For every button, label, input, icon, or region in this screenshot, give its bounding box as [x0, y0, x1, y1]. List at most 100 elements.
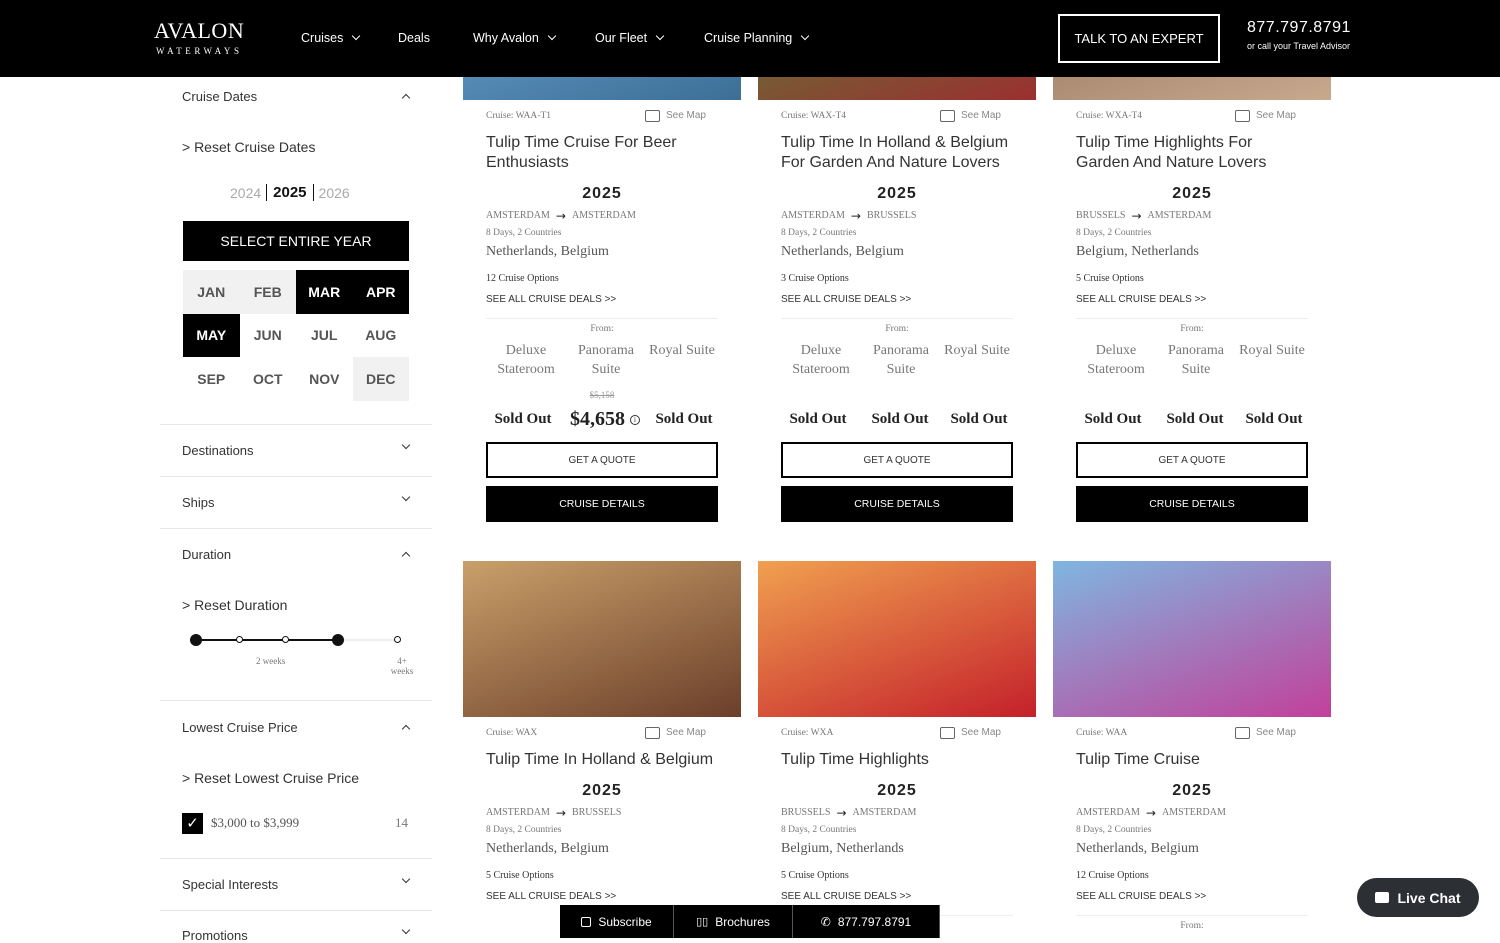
- route-start: AMSTERDAM: [486, 210, 550, 221]
- price-checkbox[interactable]: ✓: [182, 813, 203, 834]
- chevron-down-icon[interactable]: [401, 874, 411, 884]
- reset-duration-link[interactable]: > Reset Duration: [182, 597, 287, 613]
- see-map-link[interactable]: See Map: [644, 725, 706, 741]
- divider: [486, 318, 718, 319]
- see-map-label: See Map: [960, 727, 1001, 738]
- route-end: AMSTERDAM: [852, 807, 917, 818]
- original-price: [781, 389, 1013, 401]
- duration-filter[interactable]: Duration: [182, 547, 231, 562]
- see-all-deals-link[interactable]: SEE ALL CRUISE DEALS >>: [781, 293, 1013, 307]
- see-map-link[interactable]: See Map: [939, 725, 1001, 741]
- divider: [160, 858, 432, 859]
- cruise-options-count: 5 Cruise Options: [486, 870, 554, 881]
- see-map-link[interactable]: See Map: [939, 108, 1001, 124]
- cruise-title[interactable]: Tulip Time Cruise: [1076, 750, 1308, 770]
- subscribe-button[interactable]: Subscribe: [560, 905, 674, 938]
- avalon-logo[interactable]: AVALON WATERWAYS: [148, 18, 258, 58]
- cruise-details-button[interactable]: CRUISE DETAILS: [781, 486, 1013, 522]
- cruise-route: BRUSSELS → AMSTERDAM: [1076, 209, 1308, 223]
- ships-filter[interactable]: Ships: [182, 495, 215, 510]
- cruise-image[interactable]: [758, 561, 1036, 717]
- brochures-button[interactable]: ▯▯ Brochures: [674, 905, 793, 938]
- chevron-up-icon[interactable]: [401, 551, 411, 561]
- cruise-title[interactable]: Tulip Time In Holland & Belgium: [486, 750, 718, 770]
- price-value: Sold Out: [1166, 411, 1224, 427]
- live-chat-button[interactable]: Live Chat: [1357, 878, 1479, 917]
- cruise-details-button[interactable]: CRUISE DETAILS: [486, 486, 718, 522]
- destinations-filter[interactable]: Destinations: [182, 443, 254, 458]
- special-interests-filter[interactable]: Special Interests: [182, 877, 278, 892]
- duration-slider[interactable]: [190, 634, 405, 646]
- original-price: $5,158: [589, 390, 615, 400]
- nav-item-deals[interactable]: Deals: [398, 31, 430, 45]
- get-a-quote-button[interactable]: GET A QUOTE: [1076, 442, 1308, 478]
- see-all-deals-link[interactable]: SEE ALL CRUISE DEALS >>: [781, 890, 1013, 904]
- phone-button[interactable]: ✆ 877.797.8791: [793, 905, 940, 938]
- header-phone[interactable]: 877.797.8791: [1247, 19, 1351, 37]
- year-2025[interactable]: 2025: [266, 184, 314, 201]
- nav-label: Cruises: [301, 31, 344, 45]
- see-all-deals-link[interactable]: SEE ALL CRUISE DEALS >>: [1076, 890, 1308, 904]
- talk-to-expert-button[interactable]: TALK TO AN EXPERT: [1058, 14, 1220, 63]
- slider-step[interactable]: [394, 636, 401, 643]
- nav-item-cruises[interactable]: Cruises: [301, 31, 361, 45]
- chevron-up-icon[interactable]: [401, 93, 411, 103]
- chevron-down-icon[interactable]: [401, 925, 411, 935]
- see-all-deals-link[interactable]: SEE ALL CRUISE DEALS >>: [1076, 293, 1308, 307]
- nav-item-why-avalon[interactable]: Why Avalon: [473, 31, 557, 45]
- month-dec[interactable]: DEC: [352, 357, 409, 401]
- cruise-title[interactable]: Tulip Time In Holland & Belgium For Gard…: [781, 133, 1013, 173]
- phone-label: 877.797.8791: [837, 914, 912, 929]
- info-icon[interactable]: i: [630, 415, 640, 426]
- see-map-link[interactable]: See Map: [1234, 725, 1296, 741]
- cabin-type: Royal Suite: [649, 343, 715, 358]
- price-value: Sold Out: [871, 411, 929, 427]
- lowest-price-filter[interactable]: Lowest Cruise Price: [182, 720, 298, 735]
- price-option-label[interactable]: $3,000 to $3,999: [211, 815, 299, 831]
- price-value: Sold Out: [950, 411, 1008, 427]
- month-sep[interactable]: SEP: [183, 357, 240, 401]
- month-apr[interactable]: APR: [352, 270, 409, 314]
- see-all-deals-link[interactable]: SEE ALL CRUISE DEALS >>: [486, 293, 718, 307]
- promotions-filter[interactable]: Promotions: [182, 928, 248, 943]
- cruise-details-button[interactable]: CRUISE DETAILS: [1076, 486, 1308, 522]
- see-map-link[interactable]: See Map: [644, 108, 706, 124]
- cruise-title[interactable]: Tulip Time Highlights: [781, 750, 1013, 770]
- cruise-title[interactable]: Tulip Time Highlights For Garden And Nat…: [1076, 133, 1308, 173]
- month-mar[interactable]: MAR: [296, 270, 353, 314]
- month-nov[interactable]: NOV: [296, 357, 353, 401]
- month-jan[interactable]: JAN: [183, 270, 240, 314]
- slider-step[interactable]: [282, 636, 289, 643]
- year-2026[interactable]: 2026: [319, 185, 350, 201]
- year-2024[interactable]: 2024: [230, 185, 261, 201]
- month-oct[interactable]: OCT: [240, 357, 297, 401]
- cruise-image[interactable]: [463, 561, 741, 717]
- chevron-down-icon[interactable]: [401, 492, 411, 502]
- slider-min-handle[interactable]: [190, 634, 202, 646]
- month-aug[interactable]: AUG: [353, 314, 410, 358]
- get-a-quote-button[interactable]: GET A QUOTE: [486, 442, 718, 478]
- cabin-price: Sold Out: [781, 407, 855, 431]
- month-jun[interactable]: JUN: [240, 314, 297, 358]
- month-may[interactable]: MAY: [183, 313, 240, 357]
- cruise-code: Cruise: WAA-T1: [486, 111, 551, 121]
- month-feb[interactable]: FEB: [239, 270, 296, 314]
- see-map-link[interactable]: See Map: [1234, 108, 1296, 124]
- chevron-up-icon[interactable]: [401, 724, 411, 734]
- cruise-dates-heading[interactable]: Cruise Dates: [182, 89, 257, 104]
- get-a-quote-button[interactable]: GET A QUOTE: [781, 442, 1013, 478]
- reset-price-link[interactable]: > Reset Lowest Cruise Price: [182, 770, 359, 786]
- chevron-down-icon[interactable]: [401, 440, 411, 450]
- from-label: From:: [1180, 324, 1204, 334]
- cruise-image[interactable]: [1053, 561, 1331, 717]
- slider-step[interactable]: [236, 636, 243, 643]
- month-jul[interactable]: JUL: [296, 314, 353, 358]
- slider-max-handle[interactable]: [332, 634, 344, 646]
- nav-item-cruise-planning[interactable]: Cruise Planning: [704, 31, 810, 45]
- cabin-type: Panorama Suite: [1168, 343, 1224, 377]
- reset-cruise-dates-link[interactable]: > Reset Cruise Dates: [182, 139, 315, 155]
- nav-item-our-fleet[interactable]: Our Fleet: [595, 31, 665, 45]
- select-entire-year-button[interactable]: SELECT ENTIRE YEAR: [183, 221, 409, 261]
- cruise-title[interactable]: Tulip Time Cruise For Beer Enthusiasts: [486, 133, 718, 173]
- see-all-deals-link[interactable]: SEE ALL CRUISE DEALS >>: [486, 890, 718, 904]
